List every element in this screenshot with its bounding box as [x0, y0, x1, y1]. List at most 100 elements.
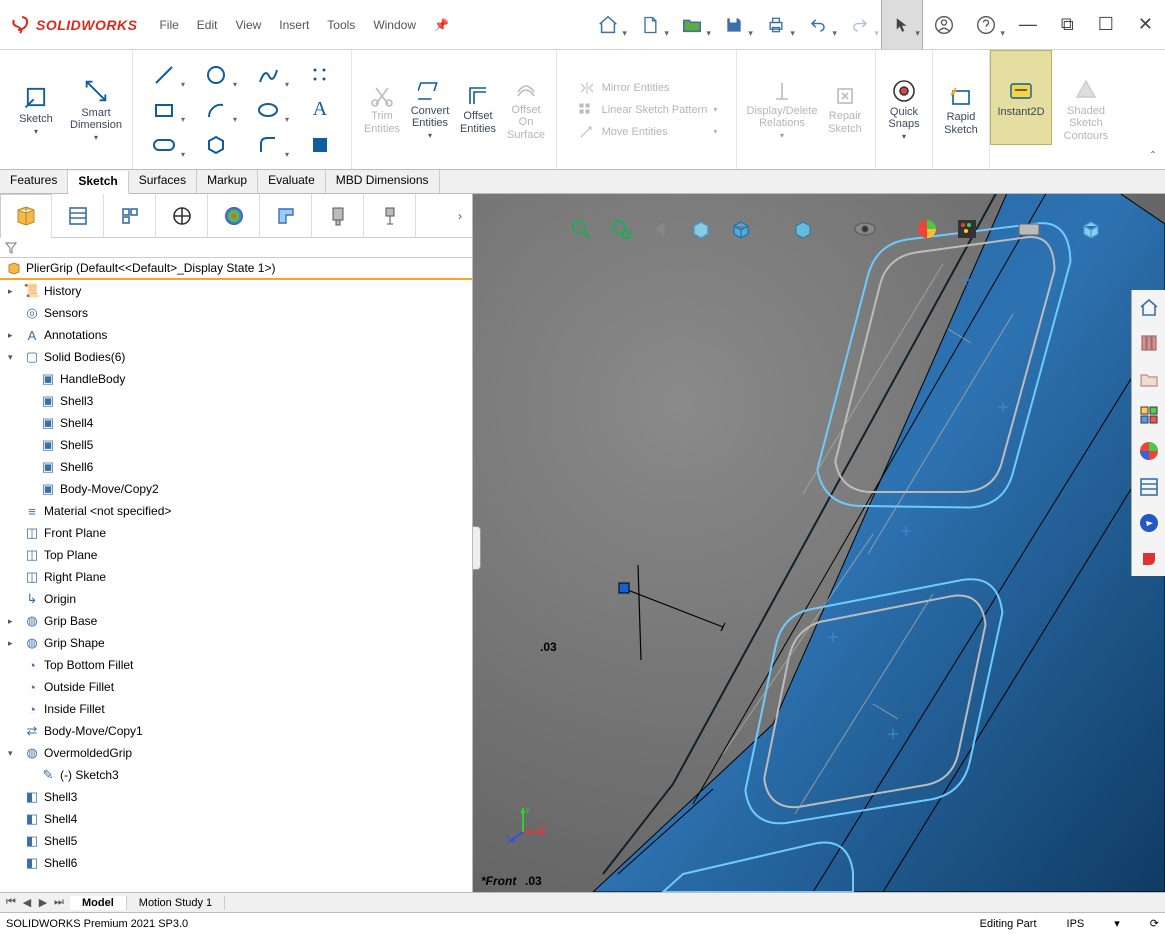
help-button[interactable]: ▾ — [965, 0, 1007, 49]
cam-tab[interactable] — [1132, 542, 1165, 576]
tree-item[interactable]: ▸◍Grip Shape — [0, 632, 472, 654]
tree-item[interactable]: ◎Sensors — [0, 302, 472, 324]
first-tab-button[interactable]: ⏮ — [4, 896, 18, 909]
restore-button[interactable]: ⧉ — [1061, 14, 1074, 35]
tab-surfaces[interactable]: Surfaces — [129, 170, 197, 193]
home-button[interactable]: ▾ — [587, 0, 629, 49]
dimension-value-1[interactable]: .03 — [540, 640, 557, 654]
display-style-icon[interactable] — [790, 216, 816, 242]
design-library-tab[interactable] — [1132, 326, 1165, 360]
cam-manager-tab-1[interactable] — [260, 194, 312, 238]
tree-item[interactable]: ▸◍Grip Base — [0, 610, 472, 632]
open-button[interactable]: ▾ — [671, 0, 713, 49]
shaded-sketch-contours-button[interactable]: Shaded Sketch Contours — [1058, 75, 1114, 143]
tree-item[interactable]: ▸AAnnotations — [0, 324, 472, 346]
slot-tool[interactable]: ▾ — [139, 128, 189, 161]
points-tool[interactable] — [295, 58, 345, 91]
last-tab-button[interactable]: ⏭ — [52, 896, 66, 909]
menu-pin-icon[interactable]: 📌 — [434, 18, 449, 32]
tree-item[interactable]: ◧Shell6 — [0, 852, 472, 874]
tree-item[interactable]: ✎(-) Sketch3 — [0, 764, 472, 786]
orientation-triad[interactable]: x y z — [503, 802, 543, 842]
tree-item[interactable]: ▣Shell6 — [0, 456, 472, 478]
text-tool[interactable]: A — [295, 93, 345, 126]
feature-filter[interactable] — [0, 238, 472, 258]
zoom-to-area-icon[interactable] — [608, 216, 634, 242]
tree-item[interactable]: ◔Outside Fillet — [0, 676, 472, 698]
zoom-to-fit-icon[interactable] — [568, 216, 594, 242]
offset-entities-button[interactable]: Offset Entities — [454, 76, 502, 142]
appearance-icon[interactable] — [914, 216, 940, 242]
file-explorer-tab[interactable] — [1132, 362, 1165, 396]
tree-item[interactable]: ▣Body-Move/Copy2 — [0, 478, 472, 500]
redo-button[interactable]: ▾ — [839, 0, 881, 49]
tree-item[interactable]: ▣Shell4 — [0, 412, 472, 434]
scene-icon[interactable] — [954, 216, 980, 242]
view-orientation-icon[interactable] — [728, 216, 754, 242]
forum-tab[interactable] — [1132, 506, 1165, 540]
select-button[interactable]: ▾ — [881, 0, 923, 49]
tab-mbd-dimensions[interactable]: MBD Dimensions — [326, 170, 440, 193]
tree-item[interactable]: ▸📜History — [0, 280, 472, 302]
tree-item[interactable]: ◫Front Plane — [0, 522, 472, 544]
section-view-icon[interactable] — [688, 216, 714, 242]
tab-evaluate[interactable]: Evaluate — [258, 170, 326, 193]
menu-file[interactable]: File — [159, 18, 178, 32]
tree-item[interactable]: ◫Top Plane — [0, 544, 472, 566]
status-units[interactable]: IPS — [1067, 918, 1085, 930]
circle-tool[interactable]: ▾ — [191, 58, 241, 91]
tree-item[interactable]: ≡Material <not specified> — [0, 500, 472, 522]
twisty-icon[interactable]: ▸ — [8, 638, 20, 649]
tab-features[interactable]: Features — [0, 170, 68, 193]
display-manager-tab[interactable] — [208, 194, 260, 238]
move-entities-button[interactable]: Move Entities▾ — [578, 124, 722, 140]
view-cube-icon[interactable] — [1078, 216, 1104, 242]
minimize-button[interactable]: — — [1019, 14, 1037, 35]
tree-item[interactable]: ▣Shell3 — [0, 390, 472, 412]
mirror-entities-button[interactable]: Mirror Entities — [578, 80, 722, 96]
graphics-area[interactable]: .03 .03 *Front — [473, 194, 1165, 892]
maximize-button[interactable]: ☐ — [1098, 14, 1114, 35]
hide-show-icon[interactable] — [852, 216, 878, 242]
tree-item[interactable]: ⇄Body-Move/Copy1 — [0, 720, 472, 742]
rapid-sketch-button[interactable]: Rapid Sketch — [939, 81, 983, 137]
quick-snaps-button[interactable]: Quick Snaps▾ — [882, 76, 926, 143]
tree-item[interactable]: ↳Origin — [0, 588, 472, 610]
tree-item[interactable]: ▣Shell5 — [0, 434, 472, 456]
tree-item[interactable]: ◧Shell4 — [0, 808, 472, 830]
rectangle-tool[interactable]: ▾ — [139, 93, 189, 126]
cam-manager-tab-3[interactable] — [364, 194, 416, 238]
status-rebuild-icon[interactable]: ⟳ — [1150, 917, 1159, 930]
spline-tool[interactable]: ▾ — [243, 58, 293, 91]
appearances-tab[interactable] — [1132, 434, 1165, 468]
feature-tree[interactable]: ▸📜History◎Sensors▸AAnnotations▾▢Solid Bo… — [0, 280, 472, 892]
plane-tool[interactable] — [295, 128, 345, 161]
prev-tab-button[interactable]: ◀ — [20, 896, 34, 909]
tree-item[interactable]: ◧Shell5 — [0, 830, 472, 852]
repair-sketch-button[interactable]: Repair Sketch — [821, 77, 869, 142]
status-dropdown-icon[interactable]: ▾ — [1114, 917, 1120, 930]
resources-tab[interactable] — [1132, 290, 1165, 324]
twisty-icon[interactable]: ▾ — [8, 748, 20, 759]
close-button[interactable]: ✕ — [1138, 14, 1153, 35]
smart-dimension-button[interactable]: Smart Dimension▾ — [66, 75, 126, 144]
tab-sketch[interactable]: Sketch — [68, 171, 128, 194]
sketch-button[interactable]: Sketch▾ — [6, 75, 66, 144]
view-palette-tab[interactable] — [1132, 398, 1165, 432]
polygon-tool[interactable] — [191, 128, 241, 161]
menu-edit[interactable]: Edit — [197, 18, 218, 32]
feature-tree-root[interactable]: PlierGrip (Default<<Default>_Display Sta… — [0, 258, 472, 280]
trim-entities-button[interactable]: Trim Entities — [358, 76, 406, 142]
custom-properties-tab[interactable] — [1132, 470, 1165, 504]
menu-window[interactable]: Window — [373, 18, 416, 32]
new-button[interactable]: ▾ — [629, 0, 671, 49]
fillet-tool[interactable]: ▾ — [243, 128, 293, 161]
tree-item[interactable]: ▣HandleBody — [0, 368, 472, 390]
user-button[interactable] — [923, 0, 965, 49]
menu-tools[interactable]: Tools — [327, 18, 355, 32]
print-button[interactable]: ▾ — [755, 0, 797, 49]
menu-insert[interactable]: Insert — [279, 18, 309, 32]
dimension-value-2[interactable]: .03 — [525, 874, 542, 888]
menu-view[interactable]: View — [235, 18, 261, 32]
next-tab-button[interactable]: ▶ — [36, 896, 50, 909]
